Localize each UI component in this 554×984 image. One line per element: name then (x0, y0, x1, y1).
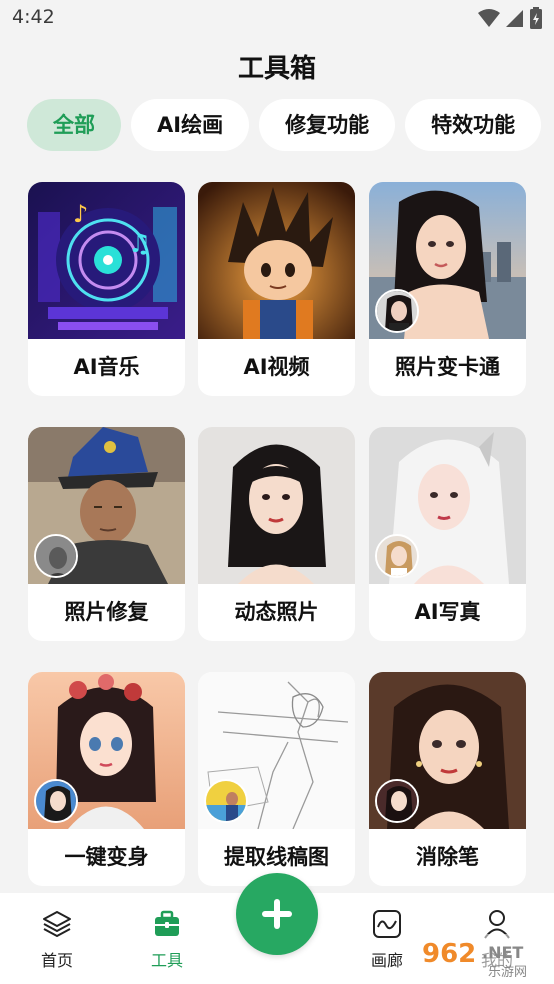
toolbox-icon (152, 910, 182, 943)
watermark-suffix: .NET (482, 943, 523, 962)
source-photo-thumbnail (375, 779, 419, 823)
line-sketch-image (198, 672, 355, 829)
tool-card-photo-to-cartoon[interactable]: 照片变卡通 (369, 182, 526, 396)
elderly-woman-photo-image (28, 427, 185, 584)
source-photo-thumbnail (204, 779, 248, 823)
watermark-logo: 962 .NET 乐游网 (418, 934, 552, 980)
nav-tools-label: 工具 (150, 951, 183, 970)
tool-card-eraser[interactable]: 消除笔 (369, 672, 526, 886)
tool-card-extract-line-art[interactable]: 提取线稿图 (198, 672, 355, 886)
tab-effects[interactable]: 特效功能 (405, 99, 542, 151)
add-button[interactable] (236, 873, 318, 955)
tool-label: 一键变身 (64, 845, 149, 869)
tool-card-ai-music[interactable]: ♪ ♫ AI音乐 (28, 182, 185, 396)
tool-label: 消除笔 (416, 845, 479, 869)
wifi-icon (478, 8, 500, 32)
filter-tabs: 全部 AI绘画 修复功能 特效功能 (27, 99, 554, 151)
layers-icon (42, 911, 72, 943)
nav-gallery[interactable]: 画廊 (352, 909, 422, 971)
tab-ai-painting[interactable]: AI绘画 (131, 99, 250, 151)
tool-label: AI视频 (243, 355, 310, 379)
tool-label: AI写真 (414, 600, 481, 624)
music-turntable-image: ♪ ♫ (28, 182, 185, 339)
nav-home[interactable]: 首页 (22, 909, 92, 971)
source-photo-thumbnail (34, 779, 78, 823)
page-title: 工具箱 (237, 54, 316, 84)
tool-label: 动态照片 (234, 600, 319, 624)
nav-gallery-label: 画廊 (370, 951, 403, 970)
nav-tools[interactable]: 工具 (132, 909, 202, 971)
tool-label: 照片变卡通 (395, 355, 500, 379)
watermark-number: 962 (422, 939, 476, 969)
nav-home-label: 首页 (40, 951, 73, 970)
tool-card-ai-portrait[interactable]: AI写真 (369, 427, 526, 641)
watermark-sub: 乐游网 (488, 965, 527, 980)
anime-girl-flowers-image (28, 672, 185, 829)
anime-character-image (198, 182, 355, 339)
tab-all[interactable]: 全部 (27, 99, 121, 151)
tool-label: AI音乐 (73, 355, 140, 379)
source-photo-thumbnail (375, 289, 419, 333)
cartoon-woman-city-image (369, 182, 526, 339)
woman-portrait-image (198, 427, 355, 584)
tool-card-ai-video[interactable]: AI视频 (198, 182, 355, 396)
chart-icon (372, 910, 402, 943)
tool-card-one-click-transform[interactable]: 一键变身 (28, 672, 185, 886)
source-photo-thumbnail (375, 534, 419, 578)
battery-icon (530, 7, 542, 33)
plus-icon (236, 899, 318, 959)
source-photo-thumbnail (34, 534, 78, 578)
tool-card-animated-photo[interactable]: 动态照片 (198, 427, 355, 641)
svg-text:♫: ♫ (128, 229, 151, 259)
status-icons (478, 7, 542, 33)
woman-portrait-earrings-image (369, 672, 526, 829)
tab-repair[interactable]: 修复功能 (259, 99, 396, 151)
tool-card-photo-repair[interactable]: 照片修复 (28, 427, 185, 641)
status-time: 4:42 (12, 6, 55, 28)
signal-icon (506, 8, 524, 32)
status-bar: 4:42 (0, 0, 554, 38)
white-hair-woman-image (369, 427, 526, 584)
svg-text:♪: ♪ (73, 200, 88, 228)
tool-label: 照片修复 (64, 600, 149, 624)
